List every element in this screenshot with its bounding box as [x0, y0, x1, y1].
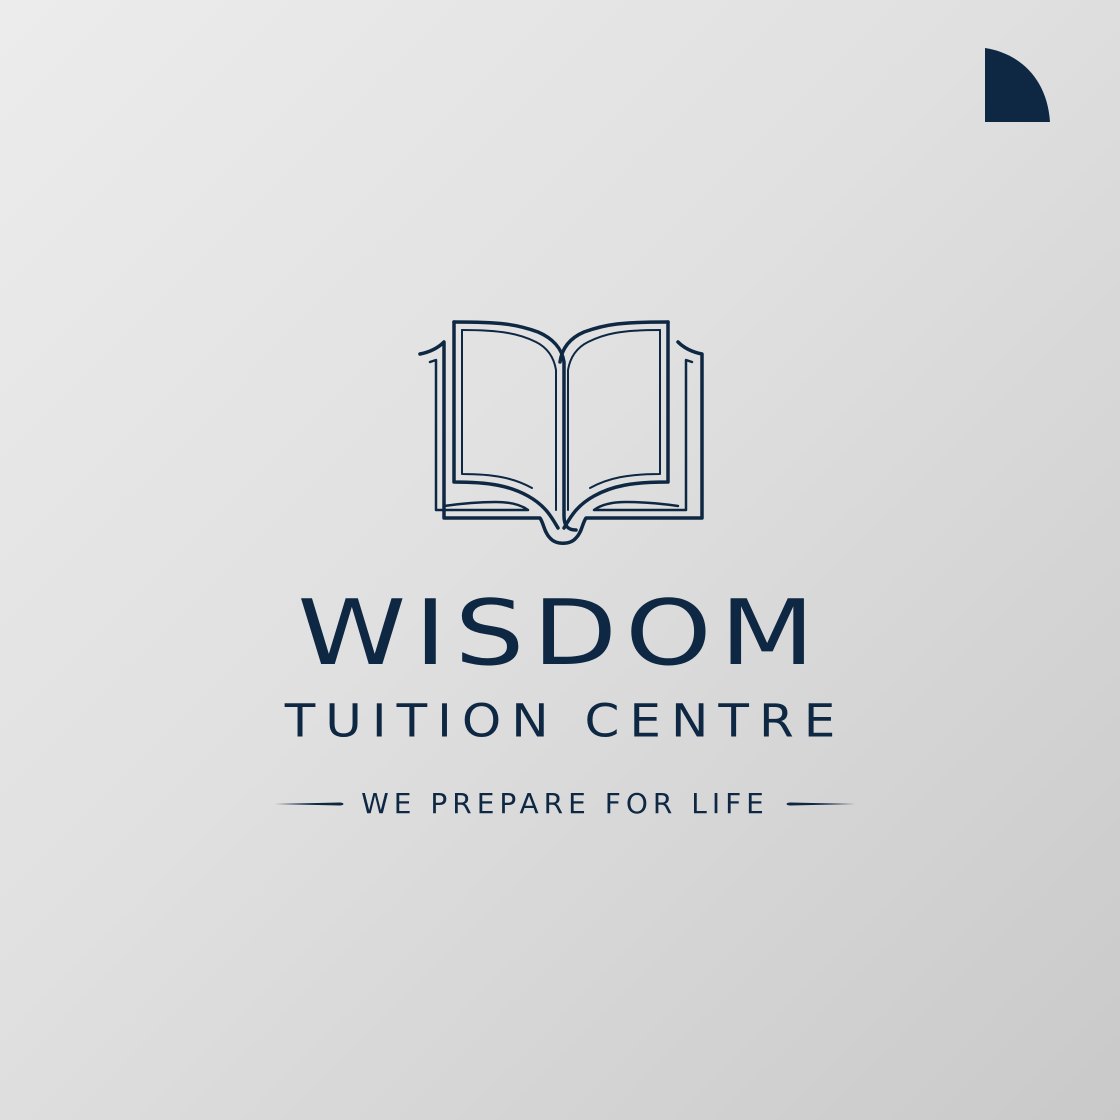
logo: WISDOM TUITION CENTRE WE PREPARE FOR LIF…: [0, 0, 1120, 1120]
tagline-row: WE PREPARE FOR LIFE: [270, 784, 860, 824]
open-book-icon: [416, 318, 708, 550]
tagline-right-rule: [786, 802, 855, 806]
brand-subtitle: TUITION CENTRE: [284, 694, 846, 748]
tagline: WE PREPARE FOR LIFE: [361, 787, 769, 820]
brand-name: WISDOM: [297, 580, 823, 686]
